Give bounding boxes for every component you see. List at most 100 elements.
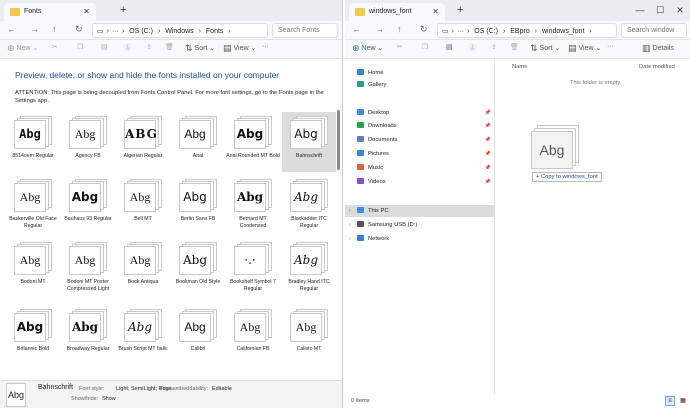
- nav-item-music[interactable]: Music 📌: [357, 162, 495, 174]
- font-tile[interactable]: Abg Britannic Bold: [6, 305, 60, 365]
- nav-item-gallery[interactable]: Gallery: [357, 79, 495, 91]
- address-bar[interactable]: ▭ › ··· › OS (C:) › Windows › Fonts ›: [92, 23, 268, 38]
- font-sample: Abg: [290, 120, 322, 149]
- font-tile[interactable]: Abg Bodoni MT: [6, 238, 60, 298]
- share-icon[interactable]: ⇪: [146, 43, 152, 51]
- column-name[interactable]: Name: [512, 64, 527, 70]
- downloads-icon: [357, 122, 364, 128]
- font-tile[interactable]: Abg Bernard MT Condensed: [226, 175, 280, 235]
- font-tile[interactable]: Abg Bodoni MT Poster Compressed Light: [61, 238, 115, 298]
- expand-icon[interactable]: ›: [349, 233, 351, 245]
- font-name: Bookshelf Symbol 7 Regular: [230, 279, 276, 292]
- nav-item-documents[interactable]: Documents 📌: [357, 134, 495, 146]
- font-tile[interactable]: ·.· Bookshelf Symbol 7 Regular: [226, 238, 280, 298]
- nav-item-downloads[interactable]: Downloads 📌: [357, 120, 495, 132]
- sort-button[interactable]: ⇅ Sort ⌄: [530, 43, 560, 54]
- font-tile[interactable]: Abg Calisto MT: [282, 305, 336, 365]
- tiles-view-icon[interactable]: ▦: [678, 396, 688, 406]
- font-tile[interactable]: Abg Broadway Regular: [61, 305, 115, 365]
- copy-icon[interactable]: ❐: [422, 43, 428, 51]
- font-tile[interactable]: Abg Arial: [171, 112, 225, 172]
- cut-icon[interactable]: ✂: [397, 43, 403, 51]
- font-sample: Abg: [14, 246, 46, 275]
- nav-item-home[interactable]: Home: [357, 67, 495, 79]
- nav-item-pictures[interactable]: Pictures 📌: [357, 148, 495, 160]
- rename-icon[interactable]: Ⓐ: [469, 43, 476, 53]
- nav-item-network[interactable]: › Network: [349, 233, 495, 245]
- new-tab-button[interactable]: +: [457, 4, 463, 16]
- font-tile[interactable]: Abg Berlin Sans FB: [171, 175, 225, 235]
- new-tab-button[interactable]: +: [120, 4, 126, 16]
- back-icon[interactable]: ←: [7, 24, 16, 34]
- paste-icon[interactable]: ▤: [101, 43, 108, 51]
- new-button[interactable]: ⊕ New ⌄: [352, 43, 383, 54]
- font-tile[interactable]: Abg Baskerville Old Face Regular: [6, 175, 60, 235]
- font-tile[interactable]: Abg Californian FB: [226, 305, 280, 365]
- expand-icon[interactable]: ›: [349, 205, 351, 217]
- more-button[interactable]: ···: [262, 43, 269, 50]
- rename-icon[interactable]: Ⓐ: [124, 43, 131, 53]
- font-tile[interactable]: Abg Calibri: [171, 305, 225, 365]
- nav-item-samsung-usb-d[interactable]: › Samsung USB (D:): [349, 219, 495, 231]
- nav-item-videos[interactable]: Videos 📌: [357, 176, 495, 188]
- maximize-icon[interactable]: ☐: [650, 0, 670, 21]
- pin-icon: 📌: [484, 165, 491, 171]
- forward-icon[interactable]: →: [30, 24, 39, 34]
- font-tile[interactable]: Abg Agency FB: [61, 112, 115, 172]
- font-tile[interactable]: Abg Bauhaus 93 Regular: [61, 175, 115, 235]
- up-icon[interactable]: ↑: [52, 24, 57, 34]
- pc-icon: ▭: [442, 28, 449, 35]
- delete-icon[interactable]: 🗑: [165, 43, 174, 51]
- view-button[interactable]: ▤ View ⌄: [223, 43, 256, 54]
- refresh-icon[interactable]: ↻: [420, 24, 428, 35]
- font-tile[interactable]: Abg Bradley Hand ITC Regular: [282, 238, 336, 298]
- column-date-modified[interactable]: Date modified: [639, 64, 675, 70]
- nav-item-this-pc[interactable]: › This PC: [345, 205, 495, 217]
- back-icon[interactable]: ←: [352, 24, 361, 34]
- font-tile[interactable]: ABG Algerian Regular: [116, 112, 170, 172]
- address-bar[interactable]: ▭ › ··· › OS (C:) › EBpro › windows_font ›: [437, 23, 617, 38]
- cut-icon[interactable]: ✂: [52, 43, 58, 51]
- font-tile[interactable]: Abg Bookman Old Style: [171, 238, 225, 298]
- details-view-icon[interactable]: ≡: [665, 396, 675, 406]
- font-tile[interactable]: Abg 8514oem Regular: [6, 112, 60, 172]
- font-tile[interactable]: Abg Brush Script MT Italic: [116, 305, 170, 365]
- more-button[interactable]: ···: [607, 43, 614, 50]
- font-name: Arial: [192, 153, 204, 159]
- font-sample: Abg: [290, 313, 322, 342]
- details-button[interactable]: ▥ Details: [642, 43, 674, 54]
- delete-icon[interactable]: 🗑: [510, 43, 519, 51]
- close-tab-icon[interactable]: ✕: [83, 7, 90, 16]
- scrollbar[interactable]: [337, 110, 340, 170]
- copy-icon[interactable]: ❐: [77, 43, 83, 51]
- view-icon: ▤: [568, 43, 577, 53]
- search-input[interactable]: Search Fonts: [272, 23, 338, 38]
- minimize-icon[interactable]: —: [630, 0, 650, 21]
- paste-icon[interactable]: ▤: [446, 43, 453, 51]
- font-tile[interactable]: Abg Arial Rounded MT Bold: [226, 112, 280, 172]
- font-name: Bodoni MT Poster Compressed Light: [66, 279, 110, 292]
- expand-icon[interactable]: ›: [349, 219, 351, 231]
- sort-button[interactable]: ⇅ Sort ⌄: [185, 43, 215, 54]
- view-button[interactable]: ▤ View ⌄: [568, 43, 601, 54]
- up-icon[interactable]: ↑: [397, 24, 402, 34]
- font-tile[interactable]: Abg Bahnschrift: [282, 112, 336, 172]
- pc-icon: [357, 207, 364, 213]
- font-file-icon: Abg: [124, 179, 162, 213]
- search-input[interactable]: Search window: [621, 23, 687, 38]
- new-button[interactable]: ⊕ New ⌄: [7, 43, 38, 54]
- share-icon[interactable]: ⇪: [491, 43, 497, 51]
- tab-windows-font[interactable]: windows_font ✕: [349, 3, 445, 21]
- close-window-icon[interactable]: ✕: [670, 0, 690, 21]
- refresh-icon[interactable]: ↻: [75, 24, 83, 35]
- font-tile[interactable]: Abg Book Antiqua: [116, 238, 170, 298]
- nav-item-desktop[interactable]: Desktop 📌: [357, 107, 495, 119]
- font-tile[interactable]: Abg Blackadder ITC Regular: [282, 175, 336, 235]
- status-bar: 0 items ≡ ▦: [345, 395, 690, 408]
- font-name: Arial Rounded MT Bold: [226, 153, 280, 159]
- tab-fonts[interactable]: Fonts ✕: [4, 3, 96, 21]
- details-icon: ▥: [642, 43, 651, 53]
- close-tab-icon[interactable]: ✕: [432, 7, 439, 16]
- font-tile[interactable]: Abg Bell MT: [116, 175, 170, 235]
- forward-icon[interactable]: →: [375, 24, 384, 34]
